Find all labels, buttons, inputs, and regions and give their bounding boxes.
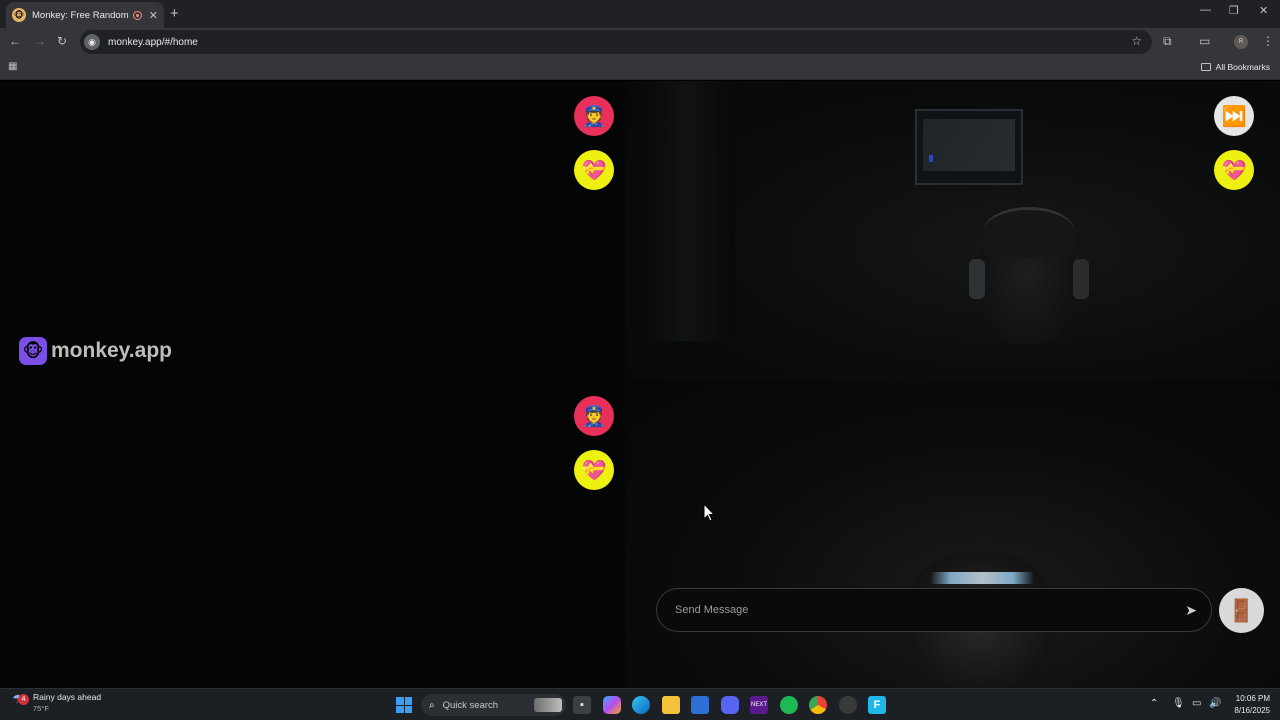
rain-icon: ☂ 4 (12, 692, 29, 712)
tab-title: Monkey: Free Random Vide (32, 9, 131, 21)
monkey-app-page: 🐵 monkey.app 👮 💝 ⏭️ 💝 👮 💝 Send Message ➤… (0, 81, 1280, 688)
like-button-right[interactable]: 💝 (1214, 150, 1254, 190)
weather-badge: 4 (18, 694, 29, 705)
site-info-icon[interactable]: ◉ (84, 34, 100, 50)
like-button-local[interactable]: 💝 (574, 450, 614, 490)
clock-date: 8/16/2025 (1234, 706, 1270, 715)
report-button-remote[interactable]: 👮 (574, 96, 614, 136)
browser-tab-bar: 🐵 Monkey: Free Random Vide ✕ + — ❐ ✕ (0, 0, 1280, 28)
skip-button[interactable]: ⏭️ (1214, 96, 1254, 136)
volume-icon[interactable]: 🔊 (1209, 698, 1221, 709)
address-bar[interactable]: ◉ monkey.app/#/home ☆ (80, 30, 1152, 54)
chrome-icon[interactable] (809, 696, 827, 714)
bookmark-star-icon[interactable]: ☆ (1131, 34, 1142, 48)
heart-with-ribbon-icon: 💝 (581, 459, 607, 482)
task-view-icon[interactable]: ▪ (573, 696, 591, 714)
monkey-favicon-icon: 🐵 (12, 8, 26, 22)
system-clock[interactable]: 10:06 PM 8/16/2025 (1226, 693, 1270, 717)
store-icon[interactable] (691, 696, 709, 714)
heart-with-ribbon-icon: 💝 (1221, 159, 1247, 182)
browser-toolbar: ← → ↻ ◉ monkey.app/#/home ☆ ⧉ ▭ R ⋮ (0, 28, 1280, 56)
weather-temp: 75°F (33, 704, 49, 713)
copilot-icon[interactable] (603, 696, 621, 714)
glasses-reflection (930, 572, 1034, 584)
window-close-icon[interactable]: ✕ (1259, 4, 1268, 17)
browser-tab[interactable]: 🐵 Monkey: Free Random Vide ✕ (6, 2, 164, 28)
heart-with-ribbon-icon: 💝 (581, 159, 607, 182)
microphone-icon[interactable]: 🎙 (1172, 698, 1185, 709)
obs-icon[interactable] (839, 696, 857, 714)
discord-icon[interactable] (721, 696, 739, 714)
file-explorer-icon[interactable] (662, 696, 680, 714)
extensions-icon[interactable]: ⧉ (1163, 34, 1172, 49)
recording-icon (133, 10, 142, 20)
windows-taskbar: ☂ 4 Rainy days ahead 75°F ⌕ Quick search… (0, 688, 1280, 720)
taskbar-search[interactable]: ⌕ Quick search (421, 694, 566, 716)
start-button[interactable] (396, 697, 412, 713)
message-input[interactable] (675, 604, 1155, 616)
background-monitor (915, 109, 1023, 185)
apps-grid-icon[interactable]: ▦ (8, 61, 17, 72)
spotify-icon[interactable] (780, 696, 798, 714)
reload-icon[interactable]: ↻ (57, 34, 67, 48)
local-video-feed (625, 381, 1280, 688)
monkey-logo-icon: 🐵 (19, 337, 47, 365)
report-button-local[interactable]: 👮 (574, 396, 614, 436)
all-bookmarks-label: All Bookmarks (1215, 62, 1270, 72)
back-icon[interactable]: ← (9, 34, 21, 48)
brand-name: monkey.app (51, 339, 172, 362)
app-f-icon[interactable]: F (868, 696, 886, 714)
bookmarks-bar: ▦ All Bookmarks (0, 56, 1280, 80)
weather-widget[interactable]: ☂ 4 Rainy days ahead 75°F (12, 692, 101, 713)
message-bar: ➤ (656, 588, 1212, 632)
folder-icon (1200, 63, 1211, 71)
new-tab-button[interactable]: + (170, 5, 179, 22)
police-officer-icon: 👮 (581, 105, 607, 128)
search-icon: ⌕ (429, 699, 435, 711)
leave-chat-button[interactable]: 🚪 (1219, 588, 1264, 633)
search-label: Quick search (442, 699, 499, 711)
forward-icon[interactable]: → (34, 34, 46, 48)
tab-close-icon[interactable]: ✕ (149, 9, 158, 22)
weather-text: Rainy days ahead (33, 692, 102, 702)
like-button-remote[interactable]: 💝 (574, 150, 614, 190)
profile-avatar[interactable]: R (1234, 35, 1248, 49)
next-app-icon[interactable]: NEXT (750, 696, 768, 714)
menu-kebab-icon[interactable]: ⋮ (1262, 34, 1274, 48)
next-track-icon: ⏭️ (1221, 105, 1247, 128)
clock-time: 10:06 PM (1235, 694, 1270, 703)
url-text[interactable]: monkey.app/#/home (108, 37, 198, 48)
all-bookmarks-button[interactable]: All Bookmarks (1200, 62, 1270, 72)
tray-overflow-icon[interactable]: ⌃ (1150, 698, 1158, 709)
side-panel-icon[interactable]: ▭ (1199, 34, 1210, 48)
send-icon[interactable]: ➤ (1185, 602, 1197, 619)
brand-logo[interactable]: 🐵 monkey.app (19, 337, 172, 365)
headphones-icon (969, 259, 985, 299)
police-officer-icon: 👮 (581, 405, 607, 428)
remote-video-feed (625, 81, 1280, 381)
restore-icon[interactable]: ❐ (1229, 4, 1239, 17)
search-highlight-icon (534, 698, 562, 712)
network-icon[interactable]: ▭ (1192, 698, 1201, 709)
edge-icon[interactable] (632, 696, 650, 714)
door-exit-icon: 🚪 (1227, 597, 1256, 623)
minimize-icon[interactable]: — (1200, 4, 1211, 16)
